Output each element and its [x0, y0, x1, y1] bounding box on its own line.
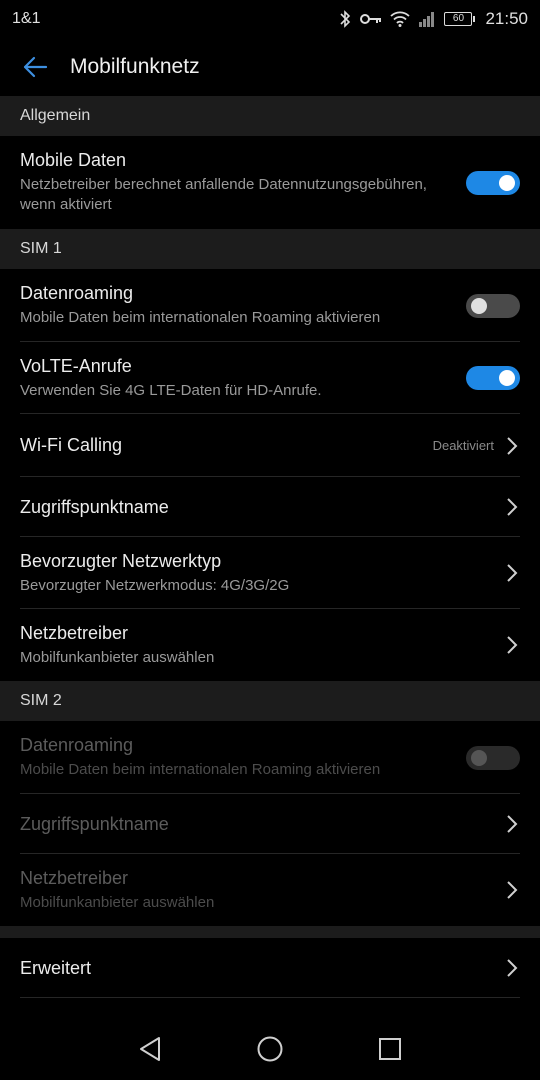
status-bar: 1&1 60 21:50: [0, 0, 540, 38]
network-type-subtitle: Bevorzugter Netzwerkmodus: 4G/3G/2G: [20, 576, 290, 594]
volte-subtitle: Verwenden Sie 4G LTE-Daten für HD-Anrufe…: [20, 381, 322, 399]
carrier-name: 1&1: [12, 10, 41, 27]
square-recents-icon: [379, 1038, 401, 1060]
mobile-data-subtitle: Netzbetreiber berechnet anfallende Daten…: [20, 176, 427, 213]
nav-back-button[interactable]: [131, 1030, 169, 1068]
sim1-roaming-subtitle: Mobile Daten beim internationalen Roamin…: [20, 309, 381, 326]
chevron-right-icon: [507, 636, 518, 654]
network-type-title: Bevorzugter Netzwerktyp: [20, 550, 222, 571]
key-icon: [360, 12, 382, 26]
section-spacer: [0, 926, 540, 938]
settings-list: Allgemein Mobile Daten Netzbetreiber ber…: [0, 96, 540, 998]
sim2-apn-title: Zugriffspunktname: [20, 813, 169, 834]
sim1-operator-title: Netzbetreiber: [20, 622, 129, 643]
sim2-apn-row: Zugriffspunktname: [0, 794, 540, 854]
sim1-apn-title: Zugriffspunktname: [20, 496, 169, 517]
volte-toggle[interactable]: [466, 366, 520, 390]
chevron-right-icon: [507, 881, 518, 899]
navigation-bar: [0, 1018, 540, 1080]
section-header-sim1: SIM 1: [0, 229, 540, 269]
battery-level: 60: [444, 12, 473, 26]
sim1-roaming-title: Datenroaming: [20, 283, 134, 303]
sim2-roaming-title: Datenroaming: [20, 735, 134, 755]
sim1-roaming-toggle[interactable]: [466, 293, 520, 318]
chevron-right-icon: [507, 815, 518, 833]
triangle-back-icon: [140, 1037, 160, 1061]
volte-title: VoLTE-Anrufe: [20, 355, 132, 376]
arrow-left-icon: [23, 56, 48, 78]
wifi-calling-title: Wi-Fi Calling: [20, 435, 123, 455]
mobile-data-row[interactable]: Mobile Daten Netzbetreiber berechnet anf…: [0, 136, 540, 229]
sim2-roaming-toggle: [466, 745, 520, 770]
mobile-data-toggle[interactable]: [466, 170, 520, 195]
nav-recents-button[interactable]: [371, 1030, 409, 1068]
sim2-operator-title: Netzbetreiber: [20, 867, 129, 888]
status-time: 21:50: [485, 9, 528, 28]
advanced-title: Erweitert: [20, 957, 92, 978]
sim1-apn-row[interactable]: Zugriffspunktname: [0, 477, 540, 537]
advanced-row[interactable]: Erweitert: [0, 938, 540, 998]
section-header-general: Allgemein: [0, 96, 540, 136]
sim2-roaming-subtitle: Mobile Daten beim internationalen Roamin…: [20, 761, 381, 778]
chevron-right-icon: [507, 959, 518, 977]
sim2-roaming-row: Datenroaming Mobile Daten beim internati…: [0, 721, 540, 794]
app-bar: Mobilfunknetz: [0, 38, 540, 96]
page-title: Mobilfunknetz: [70, 55, 200, 78]
section-header-sim2: SIM 2: [0, 681, 540, 721]
sim1-roaming-row[interactable]: Datenroaming Mobile Daten beim internati…: [0, 269, 540, 342]
bluetooth-icon: [338, 10, 352, 28]
network-type-row[interactable]: Bevorzugter Netzwerktyp Bevorzugter Netz…: [0, 537, 540, 609]
chevron-right-icon: [507, 436, 518, 455]
signal-icon: [418, 11, 436, 27]
sim2-operator-row: Netzbetreiber Mobilfunkanbieter auswähle…: [0, 854, 540, 926]
chevron-right-icon: [507, 564, 518, 582]
wifi-icon: [390, 11, 411, 27]
wifi-calling-status: Deaktiviert: [432, 438, 494, 453]
wifi-calling-row[interactable]: Wi-Fi Calling Deaktiviert: [0, 414, 540, 477]
sim2-operator-subtitle: Mobilfunkanbieter auswählen: [20, 893, 215, 911]
volte-row[interactable]: VoLTE-Anrufe Verwenden Sie 4G LTE-Daten …: [0, 342, 540, 414]
mobile-data-title: Mobile Daten: [20, 150, 127, 170]
back-button[interactable]: [0, 38, 70, 96]
battery-icon: 60: [444, 12, 476, 26]
nav-home-button[interactable]: [251, 1030, 289, 1068]
sim1-operator-subtitle: Mobilfunkanbieter auswählen: [20, 648, 215, 666]
circle-home-icon: [257, 1036, 283, 1062]
sim1-operator-row[interactable]: Netzbetreiber Mobilfunkanbieter auswähle…: [0, 609, 540, 681]
chevron-right-icon: [507, 498, 518, 516]
